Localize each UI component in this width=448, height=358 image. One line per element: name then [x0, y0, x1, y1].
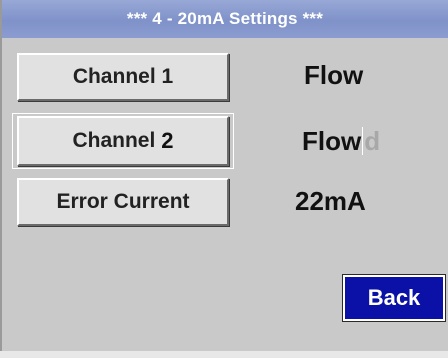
channel-1-value: Flow [304, 60, 364, 90]
screen-title: *** 4 - 20mA Settings *** [2, 0, 448, 38]
channel-2-button[interactable]: Channel 2 [17, 116, 229, 166]
channel-2-value-field[interactable]: Flow d [302, 126, 380, 157]
back-label: Back [367, 285, 421, 310]
settings-screen: *** 4 - 20mA Settings *** Channel 1 Flow… [0, 0, 448, 358]
error-current-button[interactable]: Error Current [17, 178, 229, 226]
channel-1-label: Channel 1 [72, 65, 174, 88]
channel-2-number: 2 [161, 128, 174, 153]
channel-2-label: Channel [72, 129, 156, 152]
error-current-label: Error Current [56, 190, 190, 213]
channel-2-value: Flow [302, 126, 362, 156]
channel-1-button[interactable]: Channel 1 [17, 53, 229, 101]
back-button[interactable]: Back [342, 274, 446, 322]
error-current-value: 22mA [295, 186, 366, 216]
bottom-divider [0, 351, 448, 358]
channel-2-cursor-char: d [364, 126, 381, 156]
